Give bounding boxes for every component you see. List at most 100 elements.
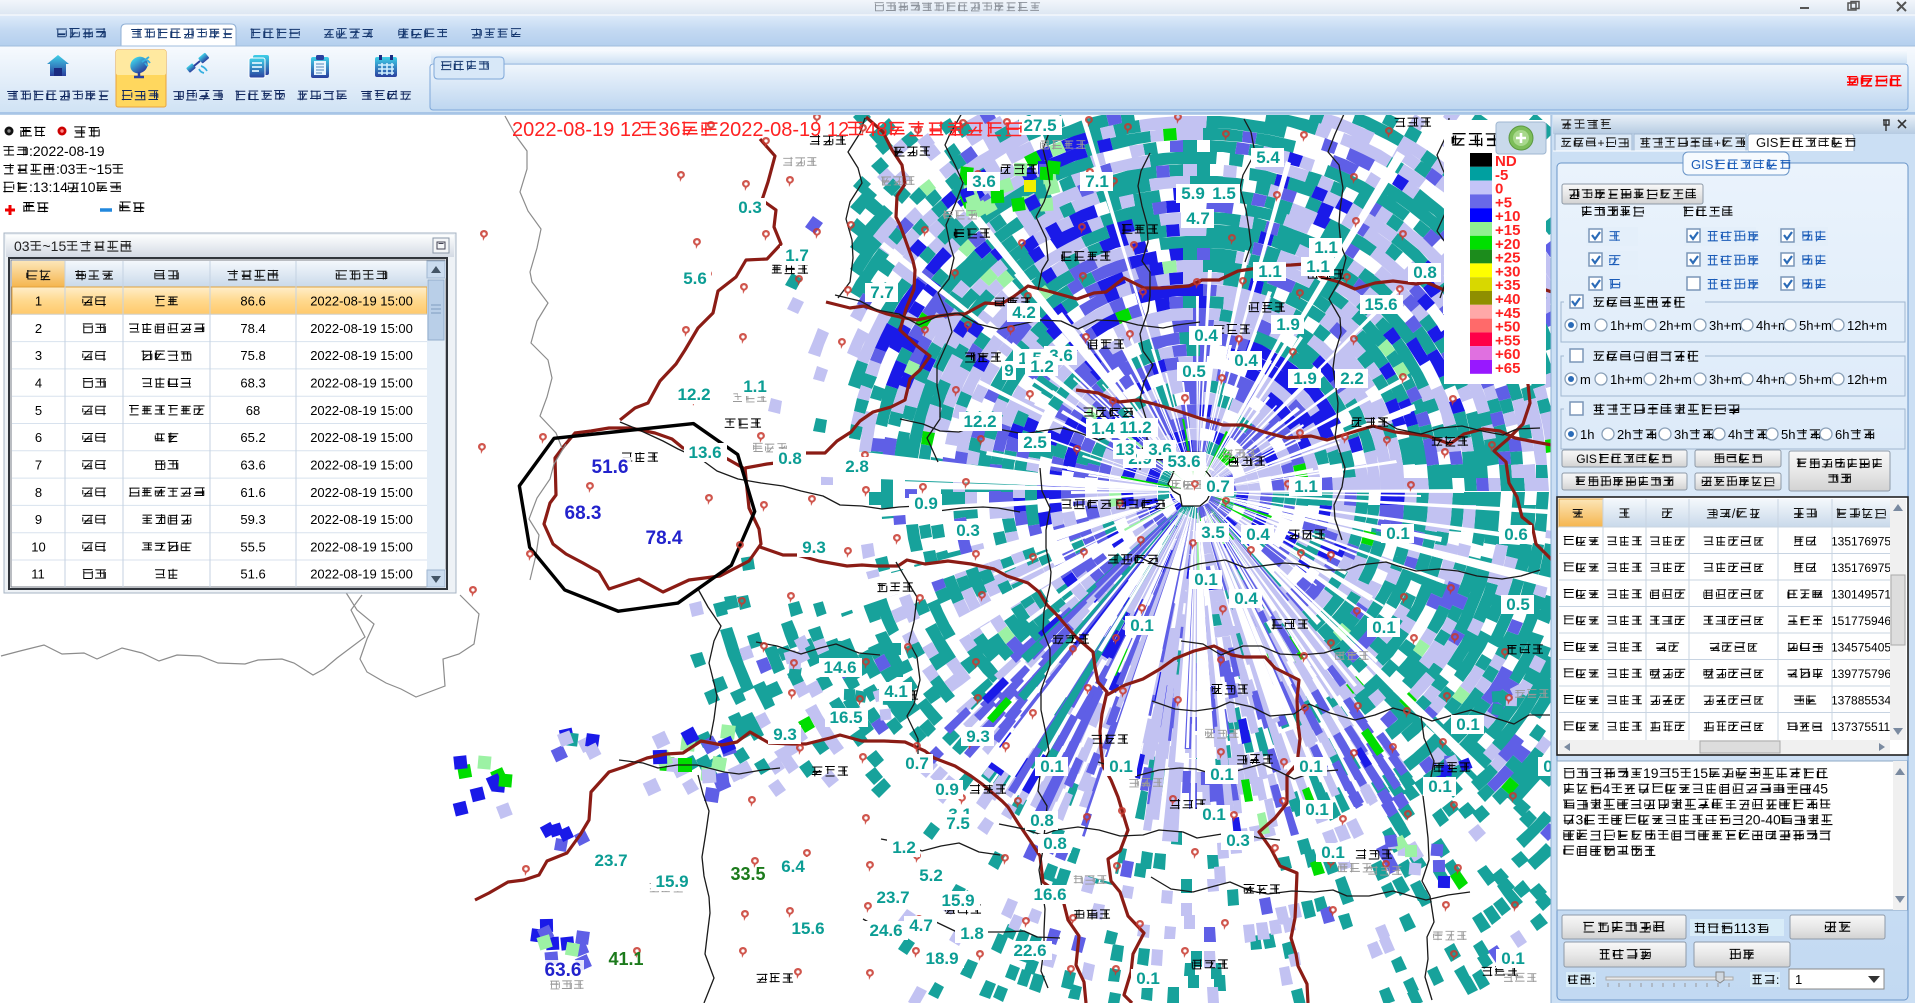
- svg-text:+: +: [1714, 136, 1721, 150]
- svg-text:1.1: 1.1: [1258, 262, 1282, 281]
- svg-text:12.2: 12.2: [678, 385, 711, 404]
- svg-text:75.8: 75.8: [240, 348, 265, 363]
- svg-text:14.6: 14.6: [824, 658, 857, 677]
- svg-text:24.6: 24.6: [870, 921, 903, 940]
- svg-text:10: 10: [80, 179, 96, 195]
- svg-text:0.8: 0.8: [1413, 263, 1437, 282]
- svg-text:+65: +65: [1495, 360, 1520, 377]
- svg-text:13.6: 13.6: [689, 443, 722, 462]
- svg-text:68: 68: [246, 403, 260, 418]
- svg-text:3h+m: 3h+m: [1709, 318, 1742, 333]
- svg-text:130149571: 130149571: [1831, 588, 1891, 602]
- svg-text:0.5: 0.5: [1182, 362, 1206, 381]
- svg-text:51.6: 51.6: [240, 567, 265, 582]
- svg-text:0.1: 0.1: [1210, 765, 1234, 784]
- svg-text:0.1: 0.1: [1501, 949, 1525, 968]
- svg-text:48: 48: [865, 119, 887, 141]
- svg-text:0.3: 0.3: [1226, 831, 1250, 850]
- svg-text:1: 1: [35, 294, 42, 309]
- svg-text:13: 13: [1116, 440, 1135, 459]
- svg-text:134575405: 134575405: [1831, 641, 1891, 655]
- svg-text:4h: 4h: [1728, 427, 1742, 442]
- svg-text:5.4: 5.4: [1256, 148, 1280, 167]
- svg-text:~15: ~15: [43, 238, 67, 254]
- svg-text:m: m: [1580, 372, 1591, 387]
- svg-text:1: 1: [1795, 972, 1802, 987]
- svg-text:2022-08-19 15:00: 2022-08-19 15:00: [310, 567, 413, 582]
- svg-text:68.3: 68.3: [240, 376, 265, 391]
- svg-text:59.3: 59.3: [240, 512, 265, 527]
- svg-text:12.2: 12.2: [964, 412, 997, 431]
- svg-text:137375511: 137375511: [1831, 720, 1891, 734]
- svg-text:1.7: 1.7: [785, 246, 809, 265]
- svg-text:4.7: 4.7: [909, 916, 933, 935]
- svg-text:1.9: 1.9: [1293, 369, 1317, 388]
- svg-text:2h+m: 2h+m: [1659, 318, 1692, 333]
- svg-text::: :: [1776, 973, 1779, 987]
- svg-text:5h+m: 5h+m: [1799, 372, 1832, 387]
- svg-text:135176975: 135176975: [1831, 535, 1891, 549]
- svg-text:0.1: 0.1: [1372, 618, 1396, 637]
- svg-text:7.1: 7.1: [1085, 172, 1109, 191]
- svg-text:6: 6: [35, 430, 42, 445]
- svg-text:4: 4: [35, 376, 42, 391]
- svg-text:45: 45: [1813, 781, 1829, 797]
- svg-text:0.4: 0.4: [1234, 351, 1258, 370]
- svg-text:5h+m: 5h+m: [1799, 318, 1832, 333]
- svg-text:113: 113: [1734, 920, 1757, 936]
- svg-text:1.8: 1.8: [960, 924, 984, 943]
- svg-text:9.3: 9.3: [773, 725, 797, 744]
- svg-text:03: 03: [14, 238, 30, 254]
- svg-text:0.3: 0.3: [956, 521, 980, 540]
- svg-text:3.5: 3.5: [1201, 523, 1225, 542]
- svg-text:0.4: 0.4: [1234, 589, 1258, 608]
- svg-text:23.7: 23.7: [595, 851, 628, 870]
- svg-text:5.6: 5.6: [683, 269, 707, 288]
- svg-text:2.2: 2.2: [1340, 369, 1364, 388]
- svg-text:1h+m: 1h+m: [1610, 318, 1643, 333]
- svg-text::13:14: :13:14: [29, 179, 68, 195]
- svg-text:1h: 1h: [1580, 427, 1594, 442]
- svg-text:2022-08-19 15:00: 2022-08-19 15:00: [310, 321, 413, 336]
- svg-text:m: m: [1580, 318, 1591, 333]
- svg-text:0.8: 0.8: [1030, 811, 1054, 830]
- svg-text:8: 8: [35, 485, 42, 500]
- svg-text:0.8: 0.8: [778, 449, 802, 468]
- svg-text:4.2: 4.2: [1012, 303, 1036, 322]
- svg-text:3h: 3h: [1674, 427, 1688, 442]
- svg-text:135176975: 135176975: [1831, 561, 1891, 575]
- svg-text:4.7: 4.7: [1186, 209, 1210, 228]
- svg-text:6.4: 6.4: [781, 857, 805, 876]
- svg-text:0.9: 0.9: [914, 494, 938, 513]
- svg-text:15: 15: [1693, 765, 1709, 781]
- svg-text:2022-08-19 12: 2022-08-19 12: [719, 119, 849, 141]
- svg-text:2022-08-19 15:00: 2022-08-19 15:00: [310, 512, 413, 527]
- svg-text:5: 5: [1672, 765, 1680, 781]
- svg-text:2022-08-19 15:00: 2022-08-19 15:00: [310, 457, 413, 472]
- svg-text:+: +: [1598, 136, 1605, 150]
- svg-text:1.1: 1.1: [743, 377, 767, 396]
- svg-text:0.1: 0.1: [1305, 800, 1329, 819]
- svg-text:2022-08-19 15:00: 2022-08-19 15:00: [310, 376, 413, 391]
- svg-text:1.5: 1.5: [1212, 184, 1236, 203]
- svg-text:3h+m: 3h+m: [1709, 372, 1742, 387]
- svg-text:53.6: 53.6: [1168, 452, 1201, 471]
- svg-text:41.1: 41.1: [609, 949, 644, 969]
- svg-text:11.2: 11.2: [1120, 418, 1152, 437]
- svg-text:1h+m: 1h+m: [1610, 372, 1643, 387]
- svg-text:GIS: GIS: [1756, 135, 1779, 150]
- svg-text:7.5: 7.5: [946, 814, 970, 833]
- svg-text:2.8: 2.8: [845, 457, 869, 476]
- svg-text:4.1: 4.1: [884, 682, 908, 701]
- svg-text::2022-08-19: :2022-08-19: [29, 143, 105, 159]
- svg-text:33.5: 33.5: [731, 864, 766, 884]
- svg-text:0.6: 0.6: [1504, 525, 1528, 544]
- svg-text:65.2: 65.2: [240, 430, 265, 445]
- svg-text:0.1: 0.1: [1040, 757, 1064, 776]
- svg-text:0.7: 0.7: [1206, 477, 1230, 496]
- svg-text:2h+m: 2h+m: [1659, 372, 1692, 387]
- svg-text:0.1: 0.1: [1109, 757, 1133, 776]
- svg-text:20-40: 20-40: [1745, 812, 1781, 828]
- svg-text:3.6: 3.6: [972, 172, 996, 191]
- svg-text:2022-08-19 15:00: 2022-08-19 15:00: [310, 348, 413, 363]
